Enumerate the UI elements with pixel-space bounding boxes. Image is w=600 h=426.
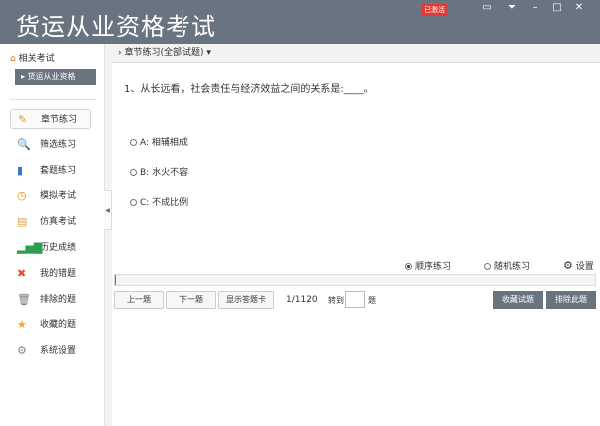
radio[interactable] [130,139,137,146]
radio[interactable] [130,199,137,206]
settings-label: 设置 [575,262,594,272]
sidebar-item-label: 模拟考试 [40,191,77,202]
close-icon[interactable]: ✕ [572,2,586,13]
sidebar-item-5[interactable]: ▤ 仿真考试 [10,212,91,232]
trash-icon: 🗑 [17,292,31,306]
option-label: C: 不成比例 [140,198,189,208]
current-exam-label: 货运从业资格 [27,72,76,81]
option-a[interactable]: A: 相辅相成 [130,135,188,148]
show-answer-card-button[interactable]: 显示答题卡 [218,291,274,309]
star-icon: ★ [17,318,27,332]
question-text: 1、从长远看，社会责任与经济效益之间的关系是:____。 [124,84,374,95]
menu-icon[interactable]: ⏷ [505,2,519,13]
collapse-sidebar-button[interactable]: ◀ [104,190,112,230]
app-title: 货运从业资格考试 [16,13,216,41]
radio[interactable] [405,263,412,270]
option-label: A: 相辅相成 [140,138,188,148]
minimize-icon[interactable]: – [528,2,542,13]
sidebar-item-7[interactable]: ✖ 我的错题 [10,264,91,284]
favorite-question-button[interactable]: 收藏试题 [493,291,543,309]
sidebar-item-label: 章节练习 [41,115,78,125]
sidebar-item-1[interactable]: ✎ 章节练习 [10,109,91,129]
gear-icon: ⚙ [17,344,27,358]
sidebar-splitter [104,44,112,426]
chevron-right-icon: › [118,48,122,58]
sidebar-item-label: 我的错题 [40,268,77,279]
sidebar-item-10[interactable]: ⚙ 系统设置 [10,341,91,361]
sidebar-item-label: 套题练习 [40,165,77,176]
mode-label: 顺序练习 [415,262,452,272]
divider [182,10,183,36]
pencil-icon: ✎ [18,113,28,126]
progress-bar [114,274,596,286]
sidebar-item-label: 收藏的题 [40,320,77,331]
books-icon: ▮ [17,163,24,177]
search-icon: 🔍 [17,137,31,151]
sidebar-item-label: 历史成绩 [40,243,77,253]
caret-right-icon: ▸ [21,72,26,81]
sidebar-item-9[interactable]: ★ 收藏的题 [10,315,91,335]
feedback-icon[interactable]: ▭ [480,2,494,13]
radio[interactable] [484,263,491,270]
exclude-question-button[interactable]: 排除此题 [546,291,596,309]
gear-icon: ⚙ [563,259,573,272]
sidebar [0,44,104,426]
current-exam-item[interactable]: ▸ 货运从业资格 [15,69,96,85]
sidebar-item-2[interactable]: 🔍 筛选练习 [10,135,91,155]
goto-input[interactable] [345,291,365,308]
caret-down-icon: ▾ [206,48,211,58]
option-b[interactable]: B: 水火不容 [130,165,188,178]
x-icon: ✖ [17,266,27,280]
title-bar: 货运从业资格考试 已激活 ▭ ⏷ – □ ✕ [0,0,600,44]
home-icon: ⌂ [10,54,16,64]
question-counter: 1/1120 [286,295,318,305]
sidebar-item-label: 排除的题 [40,294,77,305]
clock-icon: ◷ [17,189,27,203]
sidebar-item-4[interactable]: ◷ 模拟考试 [10,186,91,206]
sidebar-item-label: 筛选练习 [40,139,77,150]
goto-label: 转到 [328,296,344,305]
notepad-icon: ▤ [17,215,28,229]
sidebar-item-3[interactable]: ▮ 套题练习 [10,161,91,181]
sidebar-item-8[interactable]: 🗑 排除的题 [10,290,91,310]
divider [10,99,96,100]
related-exams[interactable]: ⌂ 相关考试 [10,51,55,64]
radio[interactable] [130,169,137,176]
goto-suffix: 题 [368,296,376,305]
settings-button[interactable]: ⚙ 设置 [563,259,594,272]
option-c[interactable]: C: 不成比例 [130,195,188,208]
prev-question-button[interactable]: 上一题 [114,291,164,309]
related-label: 相关考试 [18,54,55,64]
breadcrumb[interactable]: › 章节练习(全部试题) ▾ [112,44,600,63]
sidebar-item-label: 仿真考试 [40,217,77,228]
next-question-button[interactable]: 下一题 [166,291,216,309]
activated-badge: 已激活 [422,4,447,16]
maximize-icon[interactable]: □ [550,2,564,13]
option-label: B: 水火不容 [140,168,189,178]
sequential-mode-radio[interactable]: 顺序练习 [405,259,451,272]
breadcrumb-label: 章节练习(全部试题) [124,48,204,58]
sidebar-item-label: 系统设置 [40,346,77,357]
random-mode-radio[interactable]: 随机练习 [484,259,530,272]
mode-label: 随机练习 [494,262,531,272]
bar-chart-icon: ▂▅▇ [17,241,43,254]
sidebar-item-6[interactable]: ▂▅▇ 历史成绩 [10,238,91,258]
